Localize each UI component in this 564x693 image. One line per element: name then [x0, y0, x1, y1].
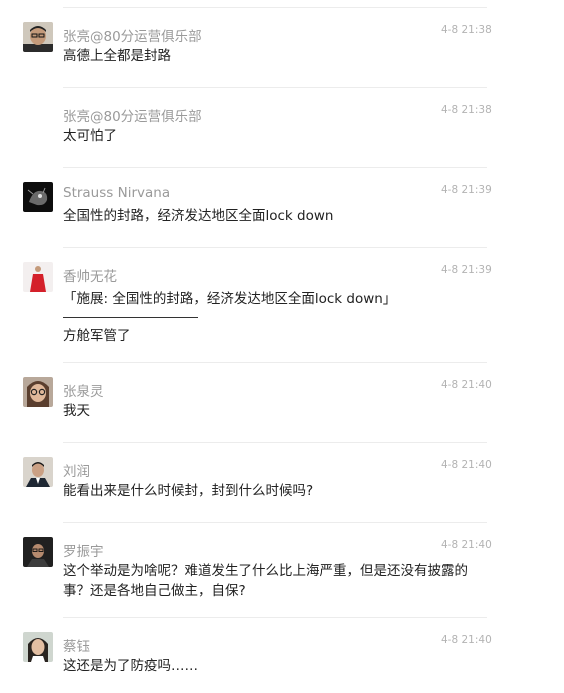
message-time: 4-8 21:40	[441, 539, 492, 551]
message-divider	[63, 522, 487, 523]
chat-feed: 张亮@80分运营俱乐部 4-8 21:38 高德上全都是封路 张亮@80分运营俱…	[0, 0, 564, 693]
message-divider	[63, 442, 487, 443]
avatar[interactable]	[23, 537, 53, 567]
avatar[interactable]	[23, 457, 53, 487]
message-text: 太可怕了	[63, 128, 117, 144]
message-text: 能看出来是什么时候封，封到什么时候吗?	[63, 483, 314, 499]
message-text: 这个举动是为啥呢？难道发生了什么比上海严重，但是还没有披露的事？还是各地自己做主…	[63, 563, 468, 599]
message-divider	[63, 362, 487, 363]
message-divider	[63, 247, 487, 248]
message-time: 4-8 21:39	[441, 184, 492, 196]
avatar[interactable]	[23, 632, 53, 662]
message-time: 4-8 21:40	[441, 634, 492, 646]
message-divider	[63, 87, 487, 88]
quote-separator	[63, 317, 198, 318]
avatar[interactable]	[23, 182, 53, 212]
message-author[interactable]: 香帅无花	[63, 265, 117, 285]
avatar[interactable]	[23, 377, 53, 407]
message-author[interactable]: 张亮@80分运营俱乐部	[63, 25, 202, 45]
message-time: 4-8 21:38	[441, 24, 492, 36]
message-divider	[63, 167, 487, 168]
message-text: 这还是为了防疫吗……	[63, 658, 198, 674]
message-author[interactable]: 罗振宇	[63, 540, 104, 560]
avatar[interactable]	[23, 22, 53, 52]
message-time: 4-8 21:40	[441, 459, 492, 471]
message-author[interactable]: 刘润	[63, 460, 90, 480]
message-divider	[63, 617, 487, 618]
message-text: 方舱军管了	[63, 328, 131, 344]
message-time: 4-8 21:38	[441, 104, 492, 116]
quoted-message: 「施展: 全国性的封路，经济发达地区全面lock down」	[63, 291, 397, 307]
message-author[interactable]: 张泉灵	[63, 380, 104, 400]
message-divider	[63, 7, 487, 8]
message-time: 4-8 21:40	[441, 379, 492, 391]
message-text: 高德上全都是封路	[63, 48, 171, 64]
message-text: 全国性的封路，经济发达地区全面lock down	[63, 208, 334, 224]
message-time: 4-8 21:39	[441, 264, 492, 276]
message-author[interactable]: 蔡钰	[63, 635, 90, 655]
message-author[interactable]: 张亮@80分运营俱乐部	[63, 105, 202, 125]
avatar[interactable]	[23, 262, 53, 292]
message-text: 我天	[63, 403, 90, 419]
message-author[interactable]: Strauss Nirvana	[63, 185, 170, 201]
